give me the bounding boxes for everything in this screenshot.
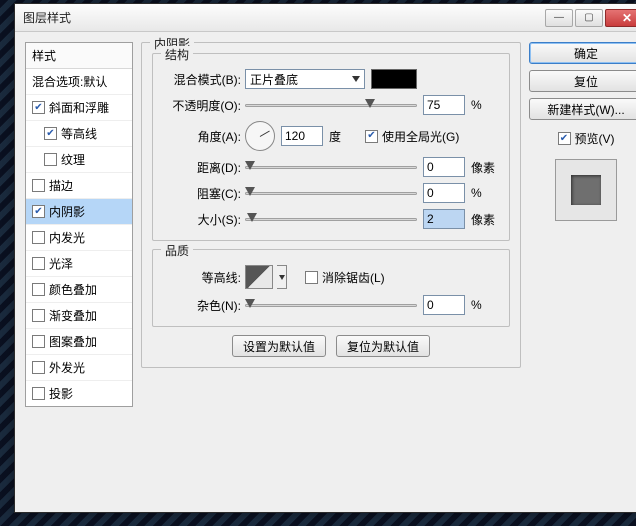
- noise-input[interactable]: 0: [423, 295, 465, 315]
- checkbox-icon[interactable]: [44, 153, 57, 166]
- quality-legend: 品质: [161, 242, 193, 259]
- checkbox-icon[interactable]: [32, 309, 45, 322]
- contour-label: 等高线:: [163, 269, 241, 286]
- maximize-button[interactable]: ▢: [575, 9, 603, 27]
- checkbox-icon[interactable]: [32, 361, 45, 374]
- distance-input[interactable]: 0: [423, 157, 465, 177]
- antialias-checkbox[interactable]: 消除锯齿(L): [305, 269, 385, 286]
- size-unit: 像素: [471, 211, 499, 228]
- opacity-input[interactable]: 75: [423, 95, 465, 115]
- chevron-down-icon: [352, 76, 360, 82]
- sidebar-item[interactable]: 光泽: [26, 251, 132, 277]
- minimize-button[interactable]: —: [545, 9, 573, 27]
- settings-panel: 内阴影 结构 混合模式(B): 正片叠底: [141, 42, 521, 502]
- checkbox-icon[interactable]: [32, 387, 45, 400]
- choke-slider[interactable]: [245, 190, 417, 196]
- size-input[interactable]: 2: [423, 209, 465, 229]
- opacity-label: 不透明度(O):: [163, 97, 241, 114]
- sidebar-item-label: 斜面和浮雕: [49, 99, 109, 116]
- sidebar-item-label: 投影: [49, 385, 73, 402]
- sidebar-item[interactable]: 图案叠加: [26, 329, 132, 355]
- global-light-checkbox[interactable]: ✔ 使用全局光(G): [365, 128, 459, 145]
- choke-unit: %: [471, 186, 499, 200]
- angle-label: 角度(A):: [163, 128, 241, 145]
- sidebar-item[interactable]: 描边: [26, 173, 132, 199]
- size-label: 大小(S):: [163, 211, 241, 228]
- sidebar-item[interactable]: 渐变叠加: [26, 303, 132, 329]
- opacity-unit: %: [471, 98, 499, 112]
- sidebar-item[interactable]: 内发光: [26, 225, 132, 251]
- reset-default-button[interactable]: 复位为默认值: [336, 335, 430, 357]
- checkbox-icon[interactable]: [32, 257, 45, 270]
- layer-style-dialog: 图层样式 — ▢ ✕ 样式 混合选项:默认 ✔ 斜面和浮雕 ✔ 等高线纹理描边 ✔ 内阴影…: [14, 3, 636, 513]
- sidebar-item-label: 纹理: [61, 151, 85, 168]
- noise-slider[interactable]: [245, 302, 417, 308]
- sidebar-item-label: 描边: [49, 177, 73, 194]
- blend-mode-select[interactable]: 正片叠底: [245, 69, 365, 89]
- sidebar-item-label: 等高线: [61, 125, 97, 142]
- angle-unit: 度: [329, 128, 357, 145]
- cancel-button[interactable]: 复位: [529, 70, 636, 92]
- distance-unit: 像素: [471, 159, 499, 176]
- new-style-button[interactable]: 新建样式(W)...: [529, 98, 636, 120]
- styles-header[interactable]: 样式: [26, 43, 132, 69]
- checkbox-icon[interactable]: [32, 179, 45, 192]
- angle-input[interactable]: 120: [281, 126, 323, 146]
- noise-label: 杂色(N):: [163, 297, 241, 314]
- noise-unit: %: [471, 298, 499, 312]
- sidebar-item[interactable]: 外发光: [26, 355, 132, 381]
- sidebar-item[interactable]: ✔ 斜面和浮雕: [26, 95, 132, 121]
- sidebar-item-label: 颜色叠加: [49, 281, 97, 298]
- sidebar-item[interactable]: ✔ 内阴影: [26, 199, 132, 225]
- sidebar-item-label: 内发光: [49, 229, 85, 246]
- preview-checkbox[interactable]: ✔ 预览(V): [529, 130, 636, 147]
- sidebar-item-label: 内阴影: [49, 203, 85, 220]
- effects-sidebar: 样式 混合选项:默认 ✔ 斜面和浮雕 ✔ 等高线纹理描边 ✔ 内阴影内发光光泽颜色叠加渐变…: [25, 42, 133, 502]
- contour-dropdown[interactable]: [277, 265, 287, 289]
- checkbox-icon[interactable]: ✔: [32, 101, 45, 114]
- sidebar-item-label: 渐变叠加: [49, 307, 97, 324]
- opacity-slider[interactable]: [245, 102, 417, 108]
- antialias-label: 消除锯齿(L): [322, 269, 385, 286]
- sidebar-item-label: 光泽: [49, 255, 73, 272]
- blend-mode-label: 混合模式(B):: [163, 71, 241, 88]
- sidebar-item[interactable]: 投影: [26, 381, 132, 406]
- ok-button[interactable]: 确定: [529, 42, 636, 64]
- checkbox-icon[interactable]: [32, 231, 45, 244]
- checkbox-icon[interactable]: [32, 335, 45, 348]
- make-default-button[interactable]: 设置为默认值: [232, 335, 326, 357]
- sidebar-item[interactable]: 纹理: [26, 147, 132, 173]
- sidebar-item[interactable]: 颜色叠加: [26, 277, 132, 303]
- contour-picker[interactable]: [245, 265, 273, 289]
- choke-label: 阻塞(C):: [163, 185, 241, 202]
- preview-label: 预览(V): [575, 130, 615, 147]
- choke-input[interactable]: 0: [423, 183, 465, 203]
- window-title: 图层样式: [23, 9, 543, 26]
- sidebar-item-label: 外发光: [49, 359, 85, 376]
- distance-slider[interactable]: [245, 164, 417, 170]
- chevron-down-icon: [279, 275, 285, 280]
- sidebar-item[interactable]: ✔ 等高线: [26, 121, 132, 147]
- blend-options-row[interactable]: 混合选项:默认: [26, 69, 132, 95]
- sidebar-item-label: 图案叠加: [49, 333, 97, 350]
- blend-mode-value: 正片叠底: [250, 71, 298, 88]
- checkbox-icon[interactable]: [32, 283, 45, 296]
- titlebar[interactable]: 图层样式 — ▢ ✕: [15, 4, 636, 32]
- checkbox-icon[interactable]: ✔: [44, 127, 57, 140]
- structure-legend: 结构: [161, 46, 193, 63]
- size-slider[interactable]: [245, 216, 417, 222]
- blend-options-label: 混合选项:默认: [32, 73, 107, 90]
- checkbox-icon[interactable]: ✔: [32, 205, 45, 218]
- preview-swatch: [571, 175, 601, 205]
- angle-dial[interactable]: [245, 121, 275, 151]
- dialog-buttons: 确定 复位 新建样式(W)... ✔ 预览(V): [529, 42, 636, 502]
- shadow-color-swatch[interactable]: [371, 69, 417, 89]
- global-light-label: 使用全局光(G): [382, 128, 459, 145]
- close-button[interactable]: ✕: [605, 9, 636, 27]
- preview-box: [555, 159, 617, 221]
- distance-label: 距离(D):: [163, 159, 241, 176]
